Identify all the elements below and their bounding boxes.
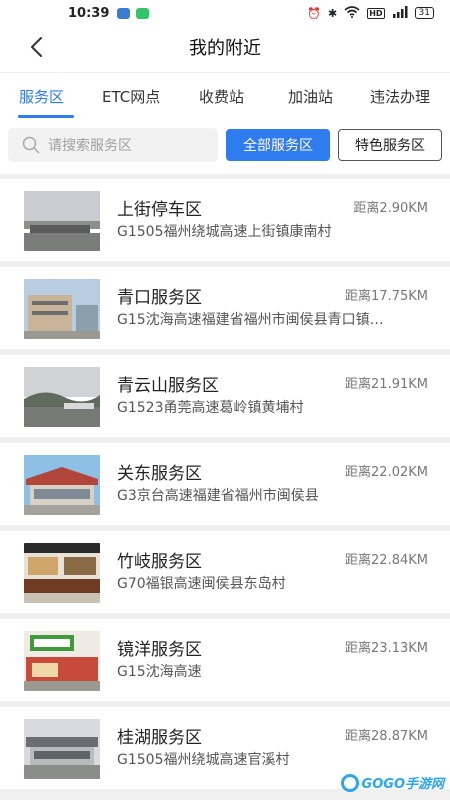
list-item[interactable]: 镜洋服务区 距离23.13KM G15沈海高速 — [0, 619, 450, 701]
tab-service-area[interactable]: 服务区 — [19, 86, 64, 107]
tab-gas-station[interactable]: 加油站 — [288, 86, 333, 107]
list-item[interactable]: 上街停车区 距离2.90KM G1505福州绕城高速上街镇康南村 — [0, 179, 450, 261]
service-area-road: G1505福州绕城高速上街镇康南村 — [117, 224, 332, 240]
search-icon — [22, 136, 40, 154]
service-area-distance: 距离28.87KM — [345, 729, 428, 744]
category-tabs: 服务区 ETC网点 收费站 加油站 违法办理 — [0, 72, 450, 118]
service-area-photo — [24, 719, 100, 779]
service-area-distance: 距离21.91KM — [345, 377, 428, 392]
list-item[interactable]: 竹岐服务区 距离22.84KM G70福银高速闽侯县东岛村 — [0, 531, 450, 613]
service-area-road: G70福银高速闽侯县东岛村 — [117, 576, 286, 592]
tab-etc-outlet[interactable]: ETC网点 — [102, 86, 160, 107]
service-area-name: 上街停车区 — [117, 200, 202, 220]
all-service-areas-button[interactable]: 全部服务区 — [226, 129, 330, 161]
watermark: GOGO手游网 — [340, 773, 444, 792]
status-bar: 10:39 ⏰ ✱ HD 31 — [0, 0, 450, 26]
service-area-photo — [24, 279, 100, 339]
signal-icon — [392, 5, 408, 21]
alarm-icon: ⏰ — [307, 6, 321, 20]
service-area-list: 上街停车区 距离2.90KM G1505福州绕城高速上街镇康南村 青口服务区 距… — [0, 174, 450, 800]
service-area-name: 桂湖服务区 — [117, 728, 202, 748]
service-area-name: 关东服务区 — [117, 464, 202, 484]
back-button[interactable] — [22, 32, 50, 62]
service-area-name: 竹岐服务区 — [117, 552, 202, 572]
status-icons: ⏰ ✱ HD 31 — [307, 5, 434, 21]
service-area-name: 青云山服务区 — [117, 376, 219, 396]
notification-app-icon — [117, 7, 131, 19]
service-area-distance: 距离17.75KM — [345, 289, 428, 304]
list-item[interactable]: 青云山服务区 距离21.91KM G1523甬莞高速葛岭镇黄埔村 — [0, 355, 450, 437]
list-item[interactable]: 关东服务区 距离22.02KM G3京台高速福建省福州市闽侯县 — [0, 443, 450, 525]
service-area-name: 镜洋服务区 — [117, 640, 202, 660]
service-area-distance: 距离22.84KM — [345, 553, 428, 568]
service-area-distance: 距离23.13KM — [345, 641, 428, 656]
hd-badge: HD — [367, 7, 385, 19]
special-service-areas-button[interactable]: 特色服务区 — [338, 129, 442, 161]
wifi-icon — [344, 5, 360, 21]
status-time: 10:39 — [68, 5, 110, 21]
search-placeholder: 请搜索服务区 — [48, 138, 132, 154]
service-area-road: G1523甬莞高速葛岭镇黄埔村 — [117, 400, 304, 416]
service-area-road: G3京台高速福建省福州市闽侯县 — [117, 488, 319, 504]
service-area-distance: 距离22.02KM — [345, 465, 428, 480]
battery-icon: 31 — [414, 7, 434, 19]
page-title: 我的附近 — [189, 38, 261, 59]
service-area-road: G15沈海高速福建省福州市闽侯县青口镇… — [117, 312, 384, 328]
bluetooth-icon: ✱ — [327, 6, 338, 20]
service-area-photo — [24, 367, 100, 427]
service-area-photo — [24, 191, 100, 251]
message-app-icon — [136, 7, 150, 19]
service-area-name: 青口服务区 — [117, 288, 202, 308]
service-area-photo — [24, 455, 100, 515]
service-area-road: G15沈海高速 — [117, 664, 202, 680]
title-bar: 我的附近 — [0, 26, 450, 68]
active-tab-indicator — [18, 115, 74, 118]
tab-toll-station[interactable]: 收费站 — [199, 86, 244, 107]
tab-violation[interactable]: 违法办理 — [370, 86, 430, 107]
search-row: 请搜索服务区 全部服务区 特色服务区 — [0, 128, 450, 164]
service-area-road: G1505福州绕城高速官溪村 — [117, 752, 290, 768]
service-area-photo — [24, 631, 100, 691]
watermark-logo-icon — [340, 773, 359, 792]
service-area-photo — [24, 543, 100, 603]
search-input[interactable]: 请搜索服务区 — [8, 128, 218, 162]
service-area-distance: 距离2.90KM — [353, 201, 428, 216]
back-arrow-icon — [31, 37, 42, 57]
watermark-text: GOGO手游网 — [361, 777, 444, 792]
list-item[interactable]: 青口服务区 距离17.75KM G15沈海高速福建省福州市闽侯县青口镇… — [0, 267, 450, 349]
